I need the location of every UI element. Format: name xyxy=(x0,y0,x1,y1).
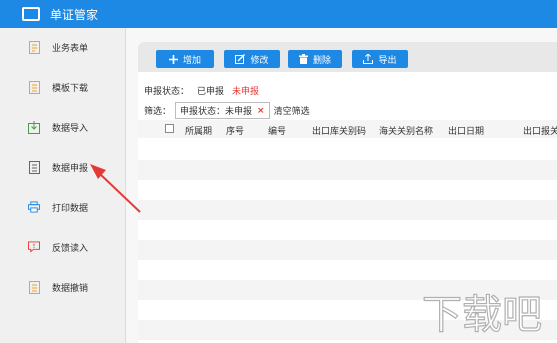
sidebar-item-data-declare[interactable]: 数据申报 xyxy=(0,156,126,178)
column-header[interactable]: 所属期 xyxy=(185,124,212,137)
column-header[interactable]: 出口库关别码 xyxy=(312,124,366,137)
sidebar-item-label: 模板下载 xyxy=(52,83,89,94)
app-window-icon xyxy=(22,7,40,21)
template-icon xyxy=(28,80,40,94)
column-header[interactable]: 出口日期 xyxy=(448,124,484,137)
add-button-label: 增加 xyxy=(182,55,201,66)
form-icon xyxy=(28,40,40,54)
sidebar-item-print-data[interactable]: 打印数据 xyxy=(0,196,126,218)
status-label: 申报状态： xyxy=(144,87,190,97)
status-undeclared-option[interactable]: 未申报 xyxy=(232,84,259,97)
edit-button-label: 修改 xyxy=(250,55,269,66)
active-filters-row: 筛选： 申报状态：未申报 × 清空筛选 xyxy=(144,102,310,119)
select-all-checkbox[interactable] xyxy=(165,124,174,133)
printer-icon xyxy=(28,200,40,214)
table-row[interactable] xyxy=(138,220,557,240)
sidebar-item-label: 数据撤销 xyxy=(52,283,89,294)
edit-button[interactable]: 修改 xyxy=(224,50,280,68)
filter-label: 筛选： xyxy=(144,107,172,117)
status-declared-option[interactable]: 已申报 xyxy=(197,84,224,97)
add-button[interactable]: 增加 xyxy=(156,50,214,68)
sidebar: 业务表单 模板下载 数据导入 数据申报 打印数据 反馈读入 数据撤销 xyxy=(0,28,126,343)
app-title: 单证管家 xyxy=(50,7,99,22)
table-row[interactable] xyxy=(138,240,557,260)
sidebar-item-feedback-read[interactable]: 反馈读入 xyxy=(0,236,126,258)
declare-icon xyxy=(28,160,40,174)
sidebar-item-data-revoke[interactable]: 数据撤销 xyxy=(0,276,126,298)
clear-filters-link[interactable]: 清空筛选 xyxy=(274,104,310,117)
watermark-text: 下载吧 xyxy=(422,292,542,338)
toolbar: 增加 修改 删除 导出 xyxy=(138,42,557,72)
trash-icon xyxy=(298,54,308,64)
table-row[interactable] xyxy=(138,260,557,280)
sidebar-item-label: 打印数据 xyxy=(52,203,89,214)
column-header[interactable]: 出口报关 xyxy=(523,124,557,137)
delete-button-label: 删除 xyxy=(312,55,331,66)
column-header[interactable]: 编号 xyxy=(268,124,286,137)
feedback-icon xyxy=(28,240,40,254)
table-row[interactable] xyxy=(138,180,557,200)
watermark-logo: 下载吧 xyxy=(410,282,557,343)
export-button[interactable]: 导出 xyxy=(352,50,408,68)
import-icon xyxy=(28,120,40,134)
remove-filter-icon[interactable]: × xyxy=(257,106,265,116)
sidebar-item-label: 数据申报 xyxy=(52,163,89,174)
status-filter-row: 申报状态： 已申报 未申报 xyxy=(144,84,259,97)
title-bar: 单证管家 xyxy=(0,0,557,28)
sidebar-item-template-download[interactable]: 模板下载 xyxy=(0,76,126,98)
table-header: 所属期 序号 编号 出口库关别码 海关关别名称 出口日期 出口报关 xyxy=(138,120,557,138)
column-header[interactable]: 序号 xyxy=(226,124,244,137)
sidebar-item-label: 业务表单 xyxy=(52,43,89,54)
table-row[interactable] xyxy=(138,160,557,180)
column-header[interactable]: 海关关别名称 xyxy=(379,124,433,137)
edit-icon xyxy=(235,54,246,64)
sidebar-item-label: 数据导入 xyxy=(52,123,89,134)
filter-chip: 申报状态：未申报 × xyxy=(175,102,270,119)
delete-button[interactable]: 删除 xyxy=(288,50,342,68)
filter-chip-label: 申报状态：未申报 xyxy=(180,107,253,117)
plus-icon xyxy=(168,54,178,64)
export-icon xyxy=(363,54,374,64)
sidebar-item-label: 反馈读入 xyxy=(52,243,89,254)
sidebar-item-data-import[interactable]: 数据导入 xyxy=(0,116,126,138)
table-row[interactable] xyxy=(138,200,557,220)
export-button-label: 导出 xyxy=(378,55,397,66)
table-row[interactable] xyxy=(138,140,557,160)
sidebar-item-business-form[interactable]: 业务表单 xyxy=(0,36,126,58)
revoke-icon xyxy=(28,280,40,294)
